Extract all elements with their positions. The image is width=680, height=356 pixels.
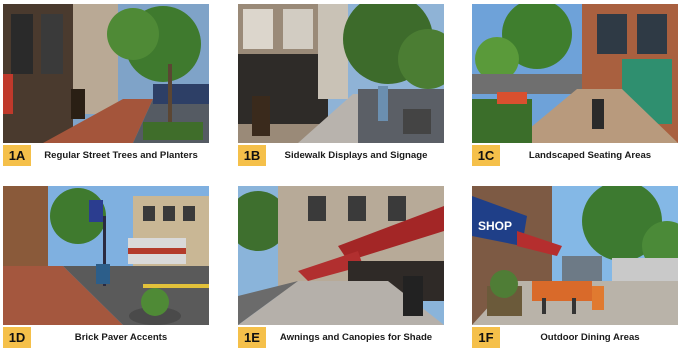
panel-label: 1D bbox=[3, 327, 31, 348]
photo-brick-paver bbox=[3, 186, 209, 325]
panel-caption: Landscaped Seating Areas bbox=[528, 150, 652, 161]
photo-landscaped-seating bbox=[472, 4, 678, 143]
photo-outdoor-dining: SHOP bbox=[472, 186, 678, 325]
photo-awnings-canopies bbox=[238, 186, 444, 325]
panel-label: 1B bbox=[238, 145, 266, 166]
panel-caption: Outdoor Dining Areas bbox=[540, 332, 640, 343]
panel-label: 1F bbox=[472, 327, 500, 348]
panel-caption: Regular Street Trees and Planters bbox=[44, 150, 198, 161]
photo-street-trees-planters bbox=[3, 4, 209, 143]
panel-1d: 1D Brick Paver Accents bbox=[3, 186, 209, 356]
panel-1e: 1E Awnings and Canopies for Shade bbox=[238, 186, 444, 356]
panel-1c: 1C Landscaped Seating Areas bbox=[472, 4, 678, 174]
panel-1a: 1A Regular Street Trees and Planters bbox=[3, 4, 209, 174]
photo-sidewalk-displays bbox=[238, 4, 444, 143]
panel-label: 1A bbox=[3, 145, 31, 166]
panel-1f: SHOP 1F Outdoor Dining Areas bbox=[472, 186, 678, 356]
shop-sign: SHOP bbox=[478, 219, 512, 233]
panel-caption: Sidewalk Displays and Signage bbox=[284, 150, 428, 161]
panel-label: 1C bbox=[472, 145, 500, 166]
panel-1b: 1B Sidewalk Displays and Signage bbox=[238, 4, 444, 174]
panel-label: 1E bbox=[238, 327, 266, 348]
panel-caption: Brick Paver Accents bbox=[74, 332, 168, 343]
panel-caption: Awnings and Canopies for Shade bbox=[279, 332, 433, 343]
